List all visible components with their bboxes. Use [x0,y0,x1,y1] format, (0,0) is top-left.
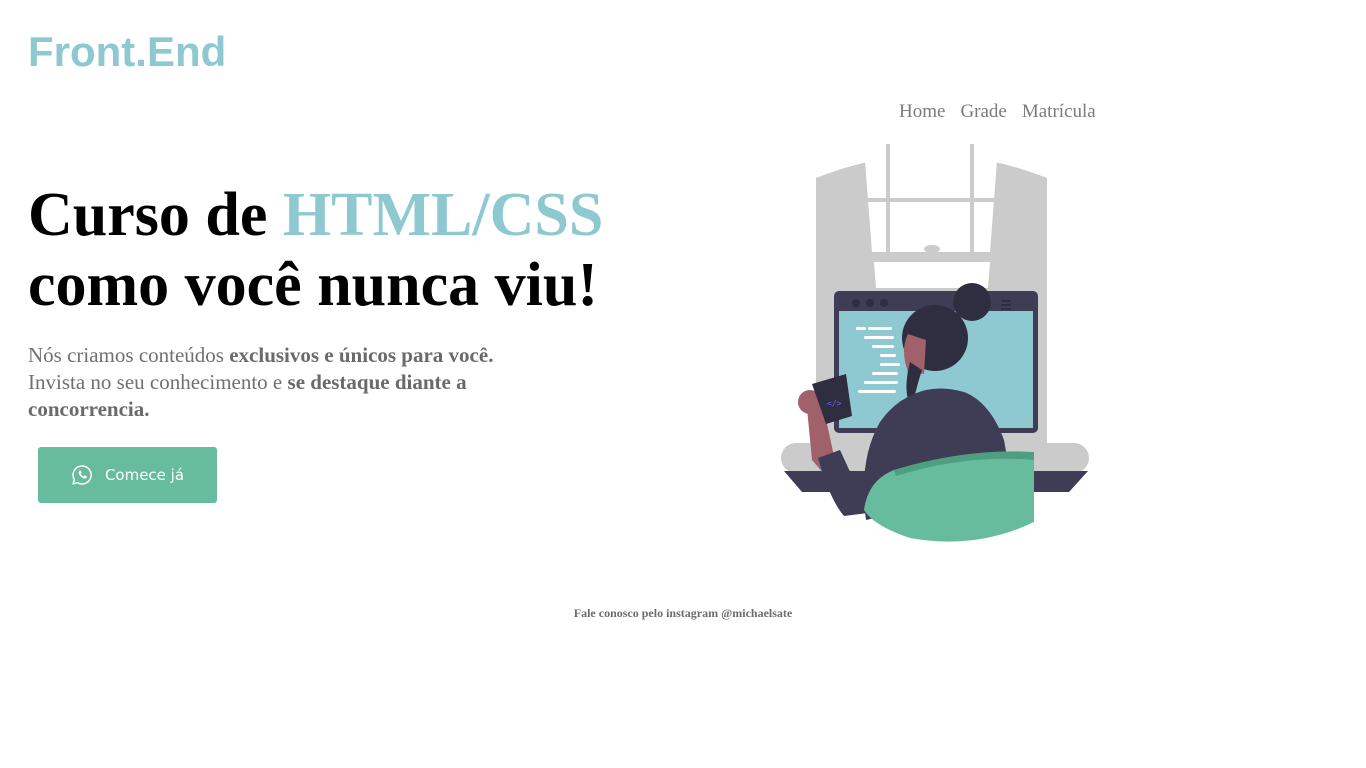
hero-title-part1: Curso de [28,181,283,249]
hero-title-line2: como você nunca viu! [28,251,599,319]
hero-title-accent: HTML/CSS [282,181,604,249]
comece-ja-button[interactable]: Comece já [38,447,217,503]
hero-title: Curso de HTML/CSS como você nunca viu! [28,180,603,320]
hero-desc-2: exclusivos e únicos para você. [229,343,494,367]
hero-illustration: </> [776,140,1096,550]
nav-link-home[interactable]: Home [899,101,945,123]
hero-desc-3: Invista no seu conhecimento e [28,370,288,394]
main-nav: Home Grade Matrícula [899,101,1096,123]
hero-description: Nós criamos conteúdos exclusivos e único… [28,342,588,423]
nav-link-matricula[interactable]: Matrícula [1022,101,1096,123]
hero-desc-1: Nós criamos conteúdos [28,343,230,367]
brand-logo[interactable]: Front.End [28,28,226,76]
mug-code-tag: </> [827,399,842,408]
woman-at-computer-illustration: </> [781,144,1089,542]
nav-link-grade[interactable]: Grade [960,101,1006,123]
comece-ja-label: Comece já [104,466,185,484]
whatsapp-icon [71,464,93,486]
footer-contact: Fale conosco pelo instagram @michaelsate [573,606,793,620]
